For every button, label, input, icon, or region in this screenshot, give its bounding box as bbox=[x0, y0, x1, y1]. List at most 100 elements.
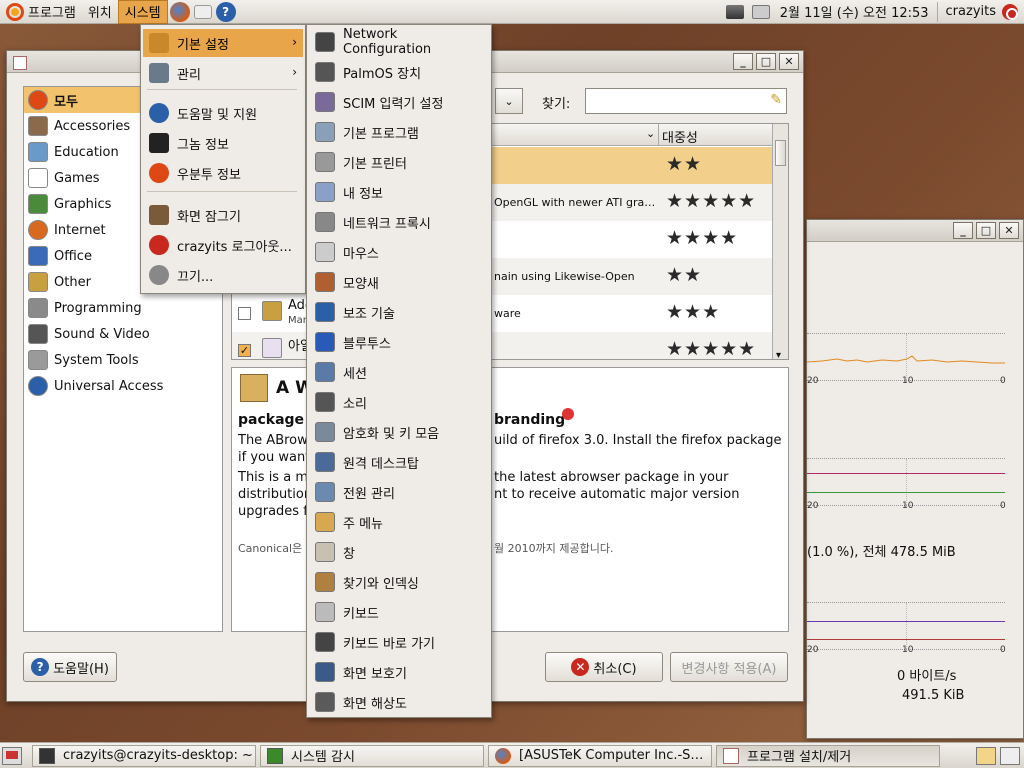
preferences-menu-item[interactable]: Network Configuration bbox=[309, 27, 489, 57]
preferences-menu-item[interactable]: 전원 관리 bbox=[309, 478, 489, 506]
preferences-menu-item[interactable]: 찾기와 인덱싱 bbox=[309, 568, 489, 596]
category-label: Programming bbox=[54, 300, 142, 316]
preferences-menu-item[interactable]: 소리 bbox=[309, 388, 489, 416]
system-menu-item[interactable]: 우분투 정보 bbox=[143, 159, 303, 187]
minimize-button[interactable]: _ bbox=[733, 53, 753, 70]
preferences-menu-item[interactable]: 암호화 및 키 모음 bbox=[309, 418, 489, 446]
help-button[interactable]: ? 도움말(H) bbox=[23, 652, 117, 682]
tools-icon bbox=[149, 33, 169, 53]
power-icon[interactable] bbox=[1002, 3, 1018, 20]
preferences-menu-item[interactable]: SCIM 입력기 설정 bbox=[309, 88, 489, 116]
system-menu-item[interactable]: 도움말 및 지원 bbox=[143, 99, 303, 127]
taskbar-button[interactable]: 프로그램 설치/제거 bbox=[716, 744, 940, 767]
system-menu-button[interactable]: 시스템 bbox=[117, 0, 168, 24]
preferences-menu-item[interactable]: 화면 해상도 bbox=[309, 688, 489, 716]
system-menu-label: 시스템 bbox=[124, 6, 161, 21]
preference-item-icon bbox=[315, 332, 335, 352]
maximize-button[interactable]: □ bbox=[976, 222, 996, 239]
user-switcher[interactable]: crazyits bbox=[946, 4, 996, 19]
tick-label: 10 bbox=[902, 645, 914, 655]
cancel-button[interactable]: ✕ 취소(C) bbox=[545, 652, 663, 682]
scroll-down-icon[interactable]: ▾ bbox=[776, 350, 781, 359]
preferences-menu-item[interactable]: PalmOS 장치 bbox=[309, 58, 489, 86]
branding-badge-icon bbox=[562, 408, 574, 420]
workspace-2[interactable] bbox=[1000, 746, 1020, 765]
system-menu-item[interactable]: 관리 › bbox=[143, 59, 303, 87]
ubuntu-logo-icon bbox=[6, 2, 24, 21]
install-checkbox[interactable] bbox=[238, 307, 251, 320]
preferences-menu-item[interactable]: 마우스 bbox=[309, 238, 489, 266]
minimize-button[interactable]: _ bbox=[953, 222, 973, 239]
tick-label: 20 bbox=[807, 501, 819, 511]
show-filter-dropdown[interactable]: ⌄ bbox=[495, 88, 523, 114]
close-button[interactable]: ✕ bbox=[779, 53, 799, 70]
system-menu-item[interactable]: 끄기... bbox=[143, 261, 303, 289]
tick-label: 0 bbox=[1000, 376, 1006, 386]
preferences-menu-item[interactable]: 세션 bbox=[309, 358, 489, 386]
popularity-column-header[interactable]: 대중성 bbox=[662, 127, 698, 146]
taskbar-button[interactable]: 시스템 감시 bbox=[260, 744, 484, 767]
sort-chevron-icon[interactable]: ⌄ bbox=[646, 127, 655, 140]
preferences-menu-item[interactable]: 내 정보 bbox=[309, 178, 489, 206]
workspace-1[interactable] bbox=[976, 746, 996, 765]
maximize-button[interactable]: □ bbox=[756, 53, 776, 70]
preferences-menu-item[interactable]: 원격 데스크탑 bbox=[309, 448, 489, 476]
preferences-menu-item-label: PalmOS 장치 bbox=[343, 66, 422, 82]
category-icon bbox=[28, 246, 48, 266]
gnome-foot-icon bbox=[149, 133, 169, 153]
clock[interactable]: 2월 11일 (수) 오전 12:53 bbox=[780, 2, 929, 21]
preferences-menu-item-label: 암호화 및 키 모음 bbox=[343, 426, 440, 442]
clear-search-icon[interactable]: ✎ bbox=[770, 92, 782, 108]
preferences-menu-item[interactable]: 보조 기술 bbox=[309, 298, 489, 326]
category-icon bbox=[28, 142, 48, 162]
taskbar-button[interactable]: crazyits@crazyits-desktop: ~ bbox=[32, 744, 256, 767]
apply-changes-button[interactable]: 변경사항 적용(A) bbox=[670, 652, 788, 682]
preference-item-icon bbox=[315, 692, 335, 712]
scrollbar-thumb[interactable] bbox=[775, 140, 786, 166]
system-menu-item-label: 관리 bbox=[177, 67, 201, 83]
preferences-menu-item[interactable]: 주 메뉴 bbox=[309, 508, 489, 536]
close-button[interactable]: ✕ bbox=[999, 222, 1019, 239]
preference-item-icon bbox=[315, 512, 335, 532]
category-item[interactable]: Sound & Video bbox=[24, 321, 222, 347]
firefox-launcher-icon[interactable] bbox=[169, 1, 190, 22]
category-item[interactable]: Programming bbox=[24, 295, 222, 321]
search-input[interactable]: ✎ bbox=[585, 88, 787, 114]
taskbar-button[interactable]: [ASUSTeK Computer Inc.-S… bbox=[488, 744, 712, 767]
places-menu[interactable]: 위치 bbox=[82, 0, 118, 24]
preferences-menu-item-label: 키보드 바로 가기 bbox=[343, 636, 435, 652]
category-item[interactable]: Universal Access bbox=[24, 373, 222, 399]
table-scrollbar[interactable]: ▾ bbox=[772, 124, 788, 359]
mail-launcher-icon[interactable] bbox=[193, 4, 212, 19]
lock-screen-icon bbox=[149, 205, 169, 225]
show-desktop-icon[interactable] bbox=[2, 746, 22, 765]
system-monitor-titlebar[interactable]: _ □ ✕ bbox=[807, 220, 1023, 242]
preference-item-icon bbox=[315, 392, 335, 412]
applications-menu[interactable]: 프로그램 bbox=[0, 0, 82, 24]
install-checkbox[interactable]: ✓ bbox=[238, 344, 251, 357]
preferences-menu-item[interactable]: 화면 보호기 bbox=[309, 658, 489, 686]
preferences-menu-item[interactable]: 기본 프린터 bbox=[309, 148, 489, 176]
category-label: Games bbox=[54, 170, 100, 186]
preferences-menu-item[interactable]: 창 bbox=[309, 538, 489, 566]
tick-label: 20 bbox=[807, 645, 819, 655]
category-item[interactable]: System Tools bbox=[24, 347, 222, 373]
preferences-menu-item-label: SCIM 입력기 설정 bbox=[343, 96, 444, 112]
system-menu-item[interactable]: 그놈 정보 bbox=[143, 129, 303, 157]
category-icon bbox=[28, 116, 48, 136]
preferences-menu-item[interactable]: 네트워크 프록시 bbox=[309, 208, 489, 236]
system-menu-item[interactable]: 화면 잠그기 bbox=[143, 201, 303, 229]
system-menu-item[interactable]: 기본 설정 › bbox=[143, 29, 303, 57]
system-menu-item-label: 우분투 정보 bbox=[177, 167, 241, 183]
keyboard-indicator-icon[interactable] bbox=[751, 4, 770, 19]
preferences-menu-item[interactable]: 키보드 bbox=[309, 598, 489, 626]
preferences-menu-item[interactable]: 키보드 바로 가기 bbox=[309, 628, 489, 656]
preferences-menu-item[interactable]: 블루투스 bbox=[309, 328, 489, 356]
preferences-menu-item[interactable]: 모양새 bbox=[309, 268, 489, 296]
help-launcher-icon[interactable]: ? bbox=[215, 1, 236, 22]
category-icon bbox=[28, 220, 48, 240]
preferences-menu-item-label: 소리 bbox=[343, 396, 367, 412]
system-menu-item[interactable]: crazyits 로그아웃... bbox=[143, 231, 303, 259]
preferences-menu-item[interactable]: 기본 프로그램 bbox=[309, 118, 489, 146]
network-icon[interactable] bbox=[725, 4, 744, 19]
